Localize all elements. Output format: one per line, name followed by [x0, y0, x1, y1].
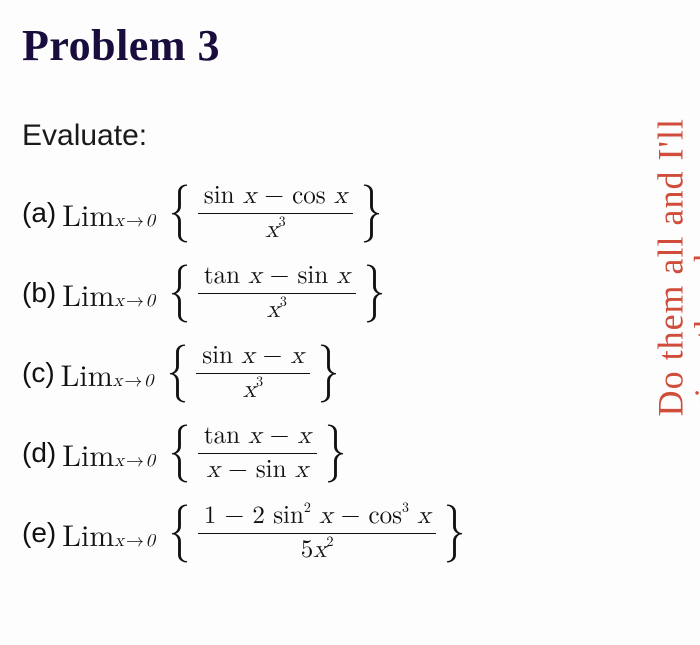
- lim-subscript: x→0: [114, 450, 155, 472]
- handwriting-line-2: give thumbs up: [690, 118, 700, 416]
- fraction: tan x − x x − sin x: [198, 421, 317, 485]
- denominator: x3: [261, 294, 293, 325]
- lim-text: Lim: [62, 512, 114, 555]
- fraction: sin x − cos x x3: [198, 181, 353, 245]
- lim-text: Lim: [61, 352, 113, 395]
- denominator: x3: [237, 374, 269, 405]
- lim-text: Lim: [62, 192, 114, 235]
- item-e: (e) Lim x→0 { 1 − 2 sin2 x − cos3 x 5x2 …: [22, 501, 700, 565]
- lim-text: Lim: [62, 432, 114, 475]
- item-a: (a) Lim x→0 { sin x − cos x x3 }: [22, 181, 700, 245]
- numerator: sin x − x: [196, 341, 309, 374]
- item-b: (b) Lim x→0 { tan x − sin x x3 }: [22, 261, 700, 325]
- item-d: (d) Lim x→0 { tan x − x x − sin x }: [22, 421, 700, 485]
- numerator: tan x − x: [198, 421, 317, 454]
- lim-text: Lim: [62, 272, 114, 315]
- item-label: (e): [22, 517, 56, 549]
- item-label: (a): [22, 197, 56, 229]
- item-label: (b): [22, 277, 56, 309]
- lim-subscript: x→0: [113, 370, 154, 392]
- denominator: x − sin x: [201, 454, 314, 485]
- numerator: 1 − 2 sin2 x − cos3 x: [198, 501, 437, 534]
- lim-subscript: x→0: [114, 290, 155, 312]
- item-label: (c): [22, 357, 55, 389]
- handwritten-annotation: Do them all and I'll give thumbs up: [652, 118, 700, 416]
- item-c: (c) Lim x→0 { sin x − x x3 }: [22, 341, 700, 405]
- handwriting-line-1: Do them all and I'll: [650, 118, 690, 416]
- lim-subscript: x→0: [114, 530, 155, 552]
- fraction: 1 − 2 sin2 x − cos3 x 5x2: [198, 501, 437, 565]
- numerator: sin x − cos x: [198, 181, 353, 214]
- numerator: tan x − sin x: [198, 261, 356, 294]
- fraction: sin x − x x3: [196, 341, 309, 405]
- problem-heading: Problem 3: [22, 20, 700, 71]
- lim-subscript: x→0: [114, 210, 155, 232]
- denominator: x3: [259, 214, 291, 245]
- item-label: (d): [22, 437, 56, 469]
- denominator: 5x2: [295, 534, 340, 565]
- evaluate-prompt: Evaluate:: [22, 119, 700, 153]
- fraction: tan x − sin x x3: [198, 261, 356, 325]
